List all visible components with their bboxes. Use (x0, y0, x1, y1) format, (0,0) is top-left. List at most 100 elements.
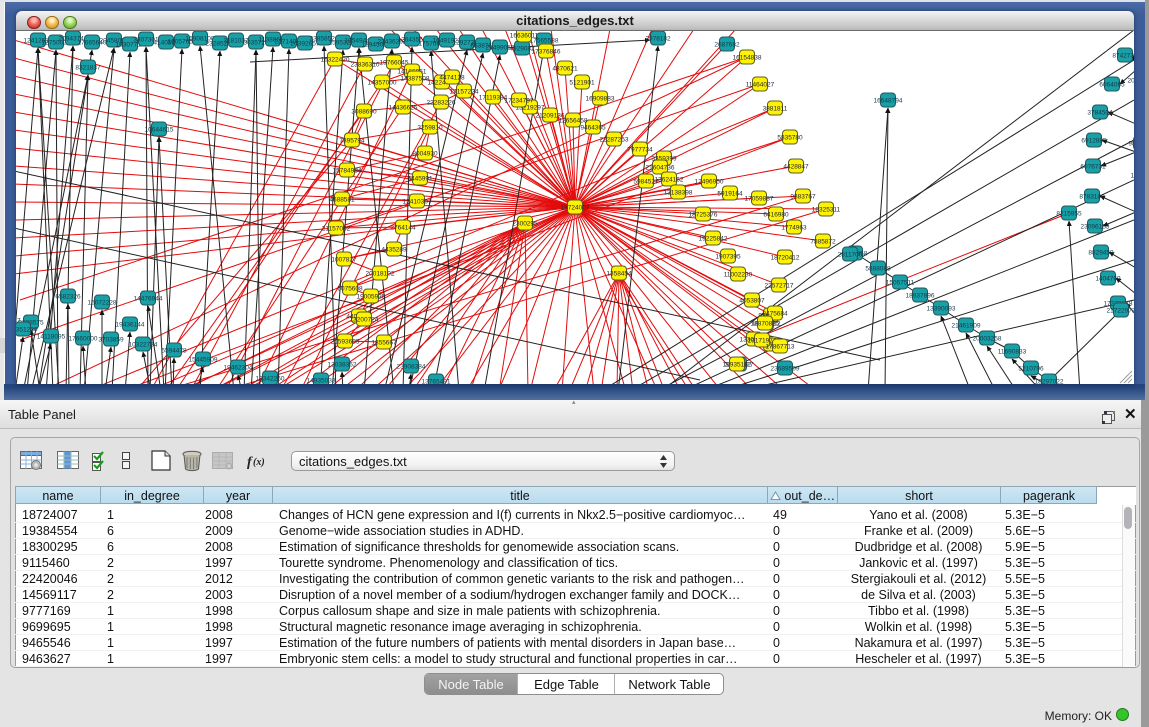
svg-text:14357000: 14357000 (368, 80, 397, 87)
svg-text:6076731: 6076731 (1080, 164, 1106, 171)
svg-text:10322734: 10322734 (129, 342, 158, 349)
svg-text:8783180: 8783180 (1079, 194, 1105, 201)
svg-text:16322420: 16322420 (321, 57, 350, 64)
svg-text:14436625: 14436625 (389, 105, 418, 112)
svg-text:15784984: 15784984 (333, 168, 362, 175)
svg-text:3259810: 3259810 (417, 125, 443, 132)
svg-text:19436144: 19436144 (116, 322, 145, 329)
svg-text:15445909: 15445909 (189, 357, 218, 364)
svg-text:13138398: 13138398 (664, 190, 693, 197)
svg-text:6064065: 6064065 (1099, 82, 1125, 89)
svg-text:22572717: 22572717 (765, 283, 794, 290)
svg-text:3088690: 3088690 (351, 109, 377, 116)
svg-text:5594478: 5594478 (161, 348, 187, 355)
svg-text:9883767: 9883767 (790, 194, 816, 201)
svg-text:13624162: 13624162 (655, 177, 684, 184)
svg-text:1855667: 1855667 (371, 340, 397, 347)
svg-text:13390093: 13390093 (927, 306, 956, 313)
svg-text:21604736: 21604736 (646, 165, 675, 172)
svg-text:10644615: 10644615 (145, 127, 174, 134)
svg-text:8321837: 8321837 (75, 65, 101, 72)
svg-text:22287253: 22287253 (600, 137, 629, 144)
svg-text:7395794: 7395794 (339, 138, 365, 145)
svg-text:11690833: 11690833 (998, 349, 1027, 356)
svg-text:1774963: 1774963 (781, 225, 807, 232)
svg-text:6582326: 6582326 (55, 294, 81, 301)
svg-text:14118095: 14118095 (37, 334, 66, 341)
svg-text:23908384: 23908384 (397, 364, 426, 371)
svg-text:18937896: 18937896 (906, 293, 935, 300)
svg-text:5835780: 5835780 (777, 135, 803, 142)
svg-text:21593605: 21593605 (331, 339, 360, 346)
svg-text:4688581: 4688581 (329, 197, 355, 204)
svg-text:1907395: 1907395 (715, 254, 741, 261)
svg-text:21157062: 21157062 (322, 226, 351, 233)
svg-text:18297022: 18297022 (1035, 379, 1064, 385)
svg-text:12410307: 12410307 (403, 199, 432, 206)
svg-text:11002230: 11002230 (724, 272, 753, 279)
svg-text:3703859: 3703859 (98, 337, 124, 344)
svg-text:13200724: 13200724 (350, 317, 379, 324)
svg-text:17867713: 17867713 (766, 344, 795, 351)
svg-text:23836310: 23836310 (351, 62, 380, 69)
svg-text:11464027: 11464027 (746, 82, 775, 89)
svg-text:8004930: 8004930 (412, 151, 438, 158)
svg-text:13038362: 13038362 (328, 362, 357, 369)
svg-text:17660000: 17660000 (69, 336, 98, 343)
svg-text:5984527: 5984527 (633, 179, 659, 186)
svg-text:16909883: 16909883 (586, 96, 615, 103)
svg-text:12935182: 12935182 (723, 362, 752, 369)
svg-text:7885872: 7885872 (810, 239, 836, 246)
svg-text:(x): (x) (253, 457, 265, 468)
svg-text:14476944: 14476944 (134, 296, 163, 303)
svg-text:6445991: 6445991 (407, 176, 433, 183)
svg-text:17376846: 17376846 (532, 49, 561, 56)
svg-text:5919164: 5919164 (717, 191, 743, 198)
svg-text:21722973: 21722973 (1107, 308, 1134, 315)
svg-text:2300295: 2300295 (512, 221, 538, 228)
svg-text:18725376: 18725376 (689, 212, 718, 219)
svg-text:18325311: 18325311 (812, 207, 841, 214)
svg-text:2978182: 2978182 (645, 36, 671, 43)
svg-text:20003258: 20003258 (973, 336, 1002, 343)
svg-text:14387508: 14387508 (401, 76, 430, 83)
svg-text:16154838: 16154838 (733, 55, 762, 62)
svg-text:23689509: 23689509 (771, 366, 800, 373)
svg-text:3784504: 3784504 (1087, 110, 1113, 117)
svg-text:2687682: 2687682 (714, 42, 740, 49)
svg-text:17059887: 17059887 (745, 196, 774, 203)
svg-text:15057511: 15057511 (886, 280, 915, 287)
svg-text:13765491: 13765491 (422, 379, 451, 385)
svg-text:5888088: 5888088 (865, 266, 891, 273)
svg-text:17119384: 17119384 (479, 95, 508, 102)
svg-text:14351230: 14351230 (16, 327, 38, 334)
svg-text:1007827: 1007827 (331, 257, 357, 264)
svg-text:18870835: 18870835 (751, 321, 780, 328)
svg-text:14935038: 14935038 (307, 378, 336, 385)
svg-text:10460025: 10460025 (1131, 173, 1134, 180)
svg-text:6416980: 6416980 (763, 212, 789, 219)
svg-text:1404769: 1404769 (1095, 276, 1121, 283)
svg-text:4474128: 4474128 (439, 75, 465, 82)
svg-text:8742735: 8742735 (1112, 53, 1134, 60)
svg-text:22283226: 22283226 (427, 100, 456, 107)
svg-text:18724007: 18724007 (561, 205, 590, 212)
svg-text:12496950: 12496950 (695, 179, 724, 186)
svg-text:17157224: 17157224 (450, 89, 479, 96)
svg-text:6912885: 6912885 (1081, 138, 1107, 145)
svg-text:19005935: 19005935 (357, 294, 386, 301)
svg-text:6075608: 6075608 (337, 286, 363, 293)
svg-text:5210796: 5210796 (1018, 366, 1044, 373)
svg-text:16648794: 16648794 (874, 98, 903, 105)
svg-text:4435289: 4435289 (381, 247, 407, 254)
svg-text:10342260: 10342260 (256, 376, 285, 383)
svg-text:17234797: 17234797 (505, 98, 534, 105)
svg-text:4428847: 4428847 (783, 164, 809, 171)
svg-text:20018102: 20018102 (366, 271, 395, 278)
svg-text:18720412: 18720412 (771, 255, 800, 262)
svg-text:1358454: 1358454 (606, 271, 632, 278)
svg-text:8829459: 8829459 (1088, 250, 1114, 257)
svg-text:9464365: 9464365 (580, 125, 606, 132)
svg-text:4870621: 4870621 (552, 66, 578, 73)
svg-text:16636011: 16636011 (510, 33, 539, 40)
